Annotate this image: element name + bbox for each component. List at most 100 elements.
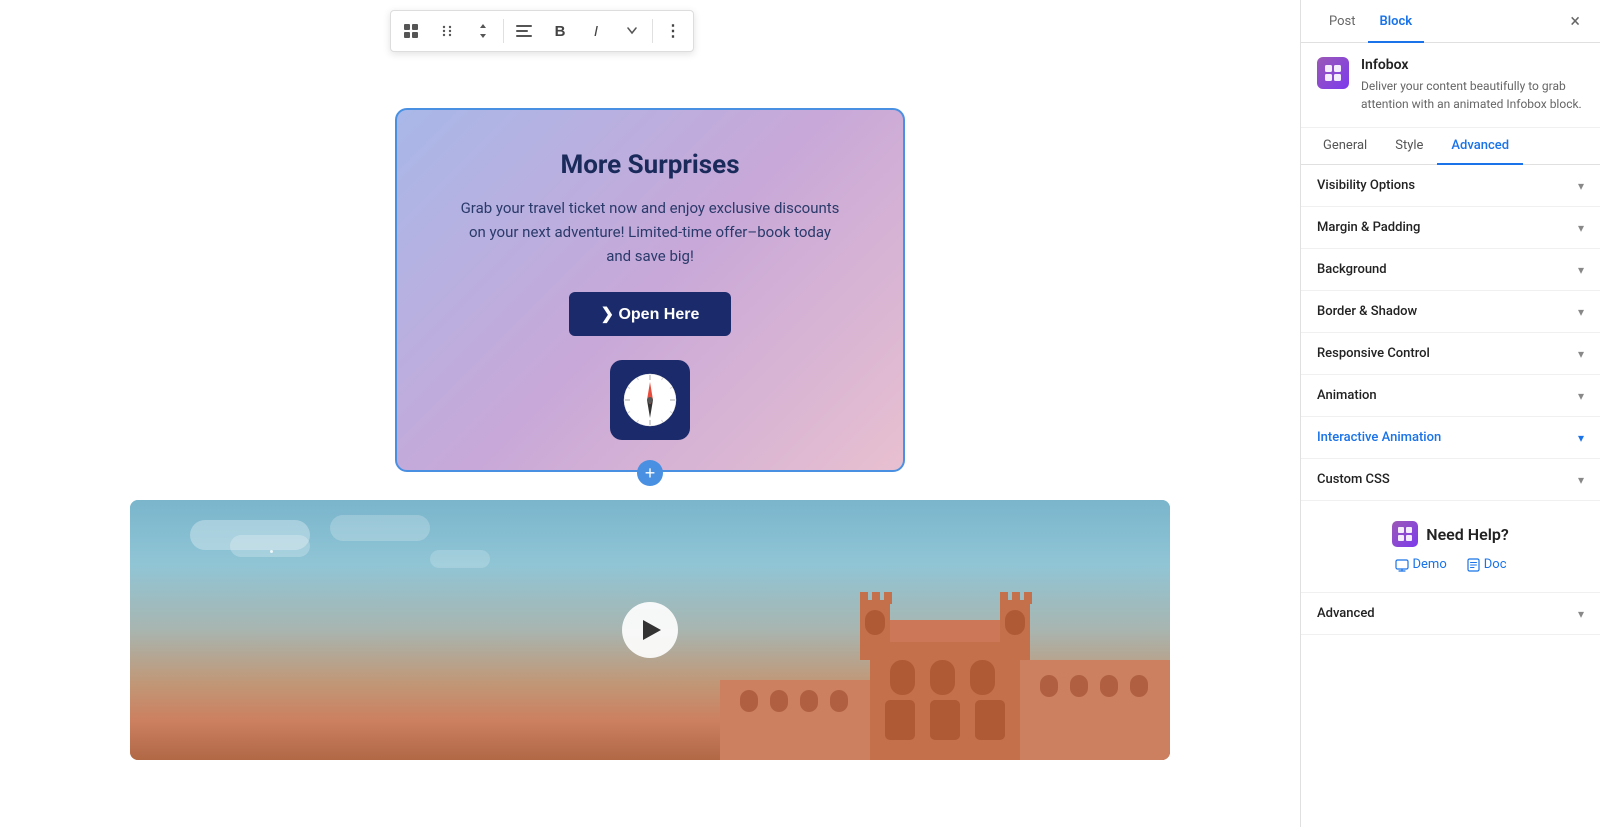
infobox-text: Grab your travel ticket now and enjoy ex… bbox=[460, 196, 840, 268]
help-block-icon bbox=[1397, 526, 1413, 542]
need-help-title: Need Help? bbox=[1392, 521, 1509, 547]
need-help-section: Need Help? Demo Doc bbox=[1301, 501, 1600, 593]
move-updown-icon bbox=[476, 23, 490, 39]
architecture-svg bbox=[720, 560, 1170, 760]
tab-post[interactable]: Post bbox=[1317, 0, 1368, 43]
options-icon: ⋮ bbox=[665, 21, 681, 41]
custom-css-chevron-icon: ▾ bbox=[1578, 473, 1584, 487]
infobox-button-label: ❯ Open Here bbox=[601, 304, 700, 324]
need-help-icon bbox=[1392, 521, 1418, 547]
visibility-chevron-icon: ▾ bbox=[1578, 179, 1584, 193]
advanced-bottom-label: Advanced bbox=[1317, 606, 1375, 621]
border-shadow-label: Border & Shadow bbox=[1317, 304, 1417, 319]
chevron-down-icon bbox=[627, 27, 637, 35]
animation-label: Animation bbox=[1317, 388, 1377, 403]
block-description: Deliver your content beautifully to grab… bbox=[1361, 77, 1584, 113]
doc-link[interactable]: Doc bbox=[1467, 557, 1507, 572]
animation-header[interactable]: Animation ▾ bbox=[1301, 375, 1600, 416]
cloud-3 bbox=[330, 515, 430, 541]
add-block-icon: + bbox=[645, 463, 656, 484]
sub-tab-style[interactable]: Style bbox=[1381, 128, 1437, 165]
doc-label: Doc bbox=[1484, 557, 1507, 572]
need-help-text: Need Help? bbox=[1426, 525, 1509, 544]
accordion-visibility: Visibility Options ▾ bbox=[1301, 165, 1600, 207]
compass-icon bbox=[622, 372, 678, 428]
custom-css-header[interactable]: Custom CSS ▾ bbox=[1301, 459, 1600, 500]
margin-chevron-icon: ▾ bbox=[1578, 221, 1584, 235]
advanced-bottom-chevron-icon: ▾ bbox=[1578, 607, 1584, 621]
accordion-margin: Margin & Padding ▾ bbox=[1301, 207, 1600, 249]
infobox-open-button[interactable]: ❯ Open Here bbox=[569, 292, 732, 336]
responsive-control-header[interactable]: Responsive Control ▾ bbox=[1301, 333, 1600, 374]
star-dot bbox=[270, 550, 273, 553]
demo-label: Demo bbox=[1413, 557, 1447, 572]
drag-icon bbox=[440, 24, 454, 38]
background-header[interactable]: Background ▾ bbox=[1301, 249, 1600, 290]
video-play-button[interactable] bbox=[622, 602, 678, 658]
sub-tab-advanced[interactable]: Advanced bbox=[1437, 128, 1523, 165]
add-block-button[interactable]: + bbox=[637, 460, 663, 486]
visibility-options-header[interactable]: Visibility Options ▾ bbox=[1301, 165, 1600, 206]
block-type-icon bbox=[403, 23, 419, 39]
panel-tabs: Post Block × bbox=[1301, 0, 1600, 43]
sub-tabs: General Style Advanced bbox=[1301, 128, 1600, 165]
right-panel: Post Block × Infobox Deliver your conten… bbox=[1300, 0, 1600, 827]
sub-tab-general[interactable]: General bbox=[1309, 128, 1381, 165]
block-name: Infobox bbox=[1361, 57, 1584, 73]
custom-css-label: Custom CSS bbox=[1317, 472, 1390, 487]
visibility-options-label: Visibility Options bbox=[1317, 178, 1415, 193]
infobox-title: More Surprises bbox=[560, 150, 739, 180]
tab-block[interactable]: Block bbox=[1368, 0, 1425, 43]
demo-icon bbox=[1395, 558, 1409, 572]
editor-area: B I ⋮ More Surprises Grab your travel ti… bbox=[0, 0, 1300, 827]
background-label: Background bbox=[1317, 262, 1387, 277]
block-info-text: Infobox Deliver your content beautifully… bbox=[1361, 57, 1584, 113]
block-type-icon bbox=[1317, 57, 1349, 89]
background-chevron-icon: ▾ bbox=[1578, 263, 1584, 277]
responsive-control-label: Responsive Control bbox=[1317, 346, 1430, 361]
block-toolbar: B I ⋮ bbox=[390, 10, 694, 52]
block-info: Infobox Deliver your content beautifully… bbox=[1301, 43, 1600, 128]
panel-close-button[interactable]: × bbox=[1566, 0, 1584, 42]
cloud-4 bbox=[430, 550, 490, 568]
video-block bbox=[130, 500, 1170, 760]
more-rich-button[interactable] bbox=[614, 13, 650, 49]
accordion-background: Background ▾ bbox=[1301, 249, 1600, 291]
italic-button[interactable]: I bbox=[578, 13, 614, 49]
bold-icon: B bbox=[555, 23, 566, 40]
demo-link[interactable]: Demo bbox=[1395, 557, 1447, 572]
infobox-block-icon bbox=[1324, 64, 1342, 82]
options-button[interactable]: ⋮ bbox=[655, 13, 691, 49]
accordion-interactive: Interactive Animation ▾ bbox=[1301, 417, 1600, 459]
advanced-bottom-header[interactable]: Advanced ▾ bbox=[1301, 593, 1600, 634]
border-chevron-icon: ▾ bbox=[1578, 305, 1584, 319]
drag-handle-button[interactable] bbox=[429, 13, 465, 49]
play-icon bbox=[643, 620, 661, 640]
toolbar-divider-2 bbox=[652, 19, 653, 43]
cloud-2 bbox=[230, 535, 310, 557]
interactive-chevron-icon: ▾ bbox=[1578, 431, 1584, 445]
toolbar-divider-1 bbox=[503, 19, 504, 43]
accordion-animation: Animation ▾ bbox=[1301, 375, 1600, 417]
block-type-button[interactable] bbox=[393, 13, 429, 49]
move-updown-button[interactable] bbox=[465, 13, 501, 49]
margin-padding-label: Margin & Padding bbox=[1317, 220, 1420, 235]
margin-padding-header[interactable]: Margin & Padding ▾ bbox=[1301, 207, 1600, 248]
accordion-responsive: Responsive Control ▾ bbox=[1301, 333, 1600, 375]
accordion-advanced-bottom: Advanced ▾ bbox=[1301, 593, 1600, 635]
accordion-border: Border & Shadow ▾ bbox=[1301, 291, 1600, 333]
infobox-block: More Surprises Grab your travel ticket n… bbox=[395, 108, 905, 472]
bold-button[interactable]: B bbox=[542, 13, 578, 49]
infobox-compass-wrap bbox=[610, 360, 690, 440]
interactive-animation-header[interactable]: Interactive Animation ▾ bbox=[1301, 417, 1600, 458]
accordion-custom-css: Custom CSS ▾ bbox=[1301, 459, 1600, 501]
doc-icon bbox=[1467, 558, 1480, 572]
responsive-chevron-icon: ▾ bbox=[1578, 347, 1584, 361]
italic-icon: I bbox=[594, 23, 598, 40]
border-shadow-header[interactable]: Border & Shadow ▾ bbox=[1301, 291, 1600, 332]
align-icon bbox=[516, 24, 532, 38]
align-button[interactable] bbox=[506, 13, 542, 49]
animation-chevron-icon: ▾ bbox=[1578, 389, 1584, 403]
help-links: Demo Doc bbox=[1395, 557, 1507, 572]
interactive-animation-label: Interactive Animation bbox=[1317, 430, 1441, 445]
